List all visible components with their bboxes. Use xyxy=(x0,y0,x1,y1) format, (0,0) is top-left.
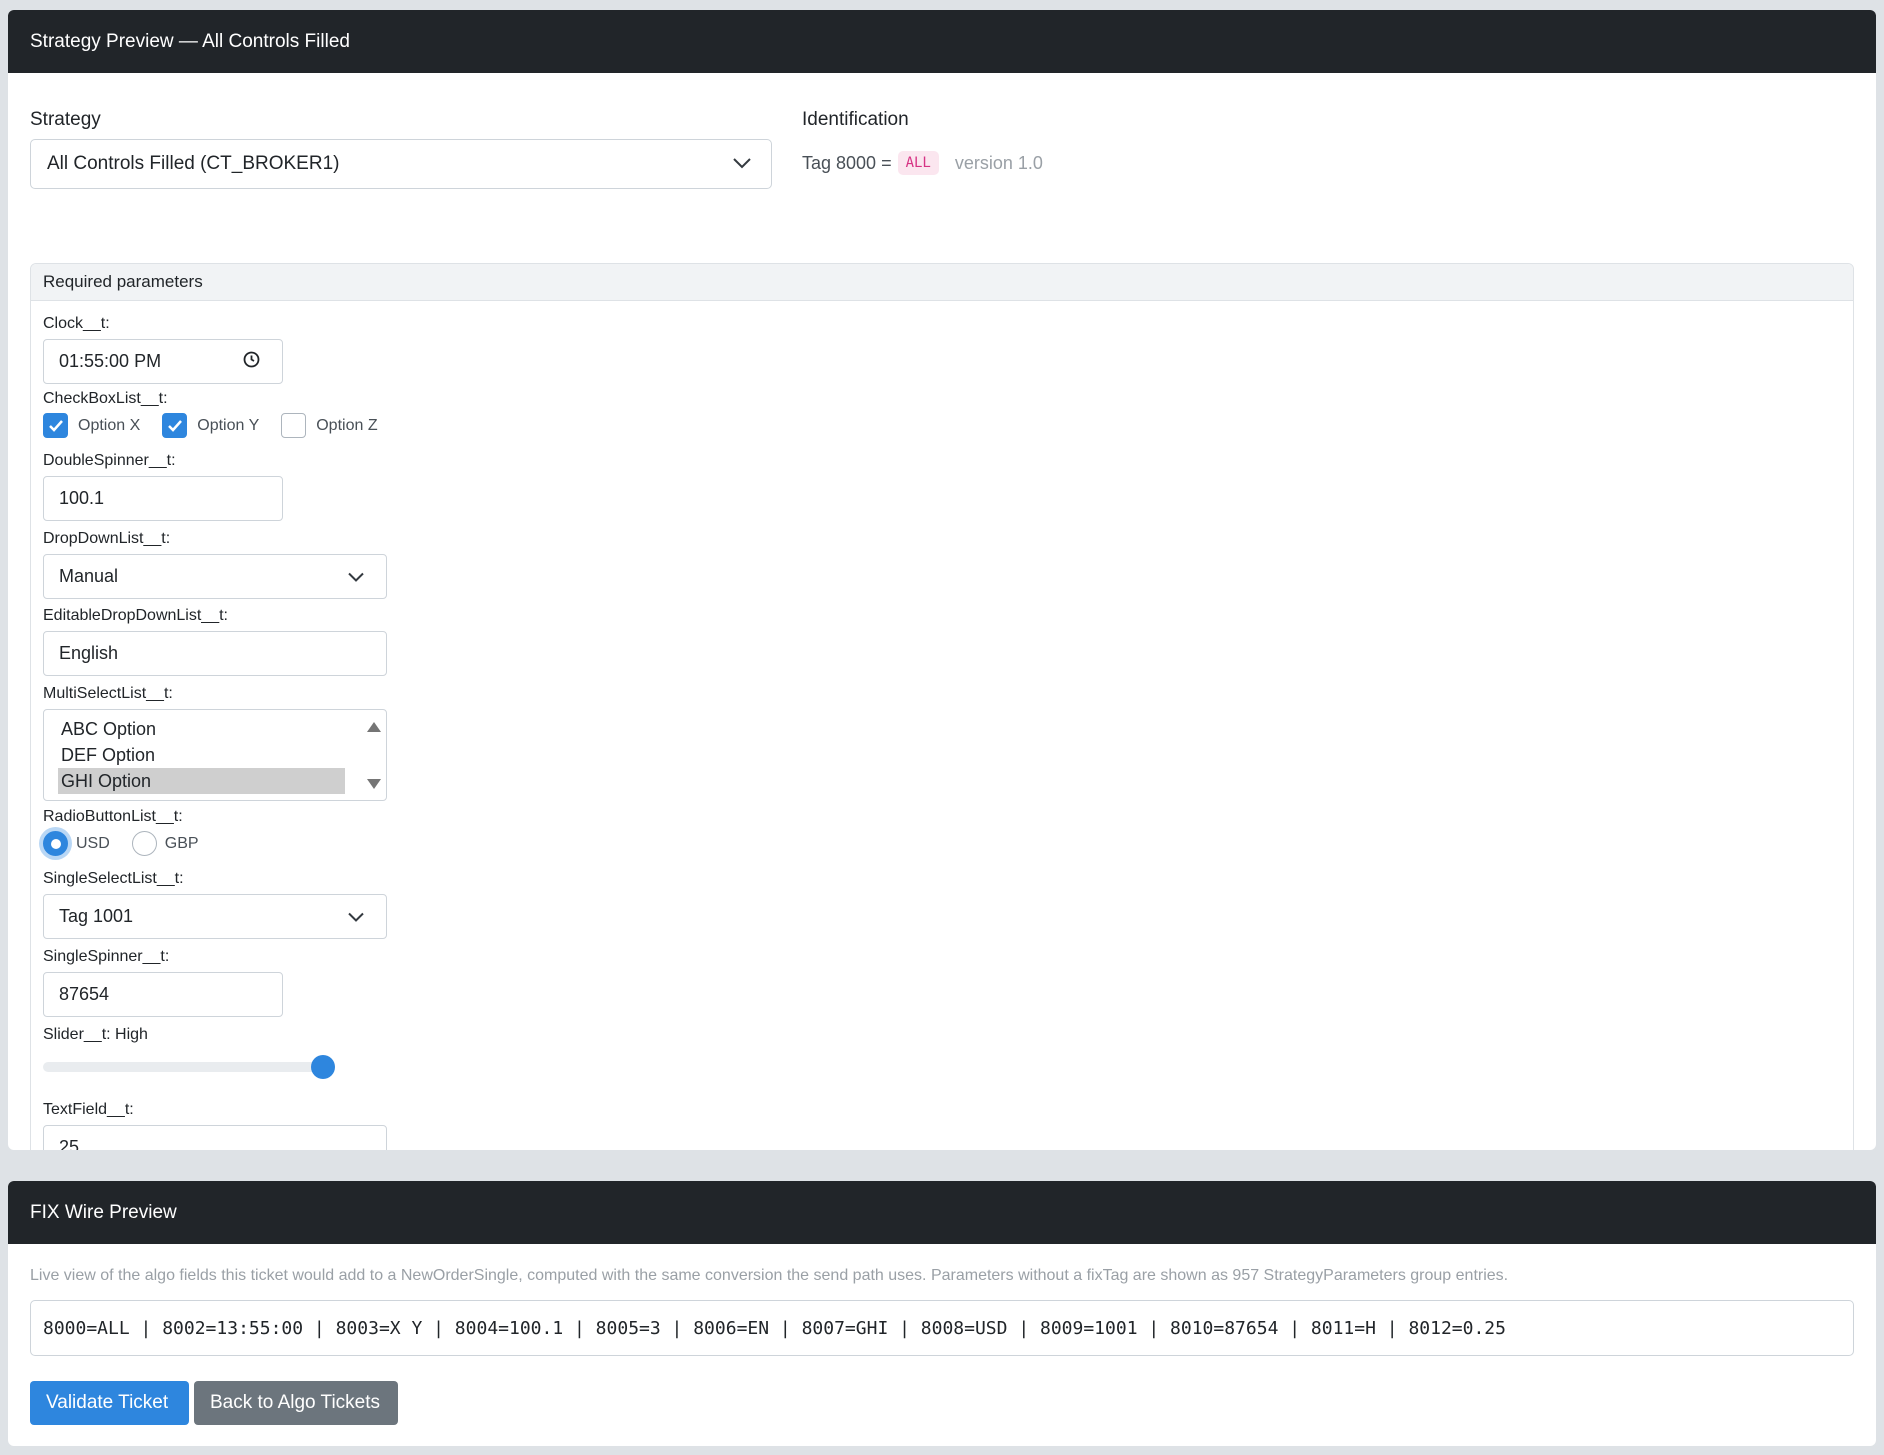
clock-input[interactable]: 01:55:00 PM xyxy=(43,339,283,384)
dropdown-list-select[interactable]: Manual xyxy=(43,554,387,599)
radio-button-list: USD GBP xyxy=(43,831,221,856)
fix-card-body: Live view of the algo fields this ticket… xyxy=(8,1244,1876,1446)
check-icon xyxy=(167,420,182,432)
fix-description: Live view of the algo fields this ticket… xyxy=(30,1267,1509,1284)
radio-usd-label: USD xyxy=(76,834,110,852)
checkbox-option-z[interactable]: Option Z xyxy=(281,413,378,438)
radio-usd[interactable] xyxy=(43,831,68,856)
double-spinner-value: 100.1 xyxy=(59,488,105,508)
chevron-down-icon xyxy=(348,906,364,927)
textfield-value: 25 xyxy=(59,1137,80,1150)
slider-label: Slider__t: High xyxy=(43,1026,148,1043)
checkbox-list: Option X Option Y Option Z xyxy=(43,413,400,438)
radio-option-gbp[interactable]: GBP xyxy=(131,831,199,856)
single-select-list[interactable]: Tag 1001 xyxy=(43,894,387,939)
single-select-label: SingleSelectList__t: xyxy=(43,870,184,887)
slider-thumb[interactable] xyxy=(311,1055,335,1079)
editable-dropdown-input[interactable]: English xyxy=(43,631,387,676)
checkbox-x-label: Option X xyxy=(78,416,141,434)
single-spinner-input[interactable]: 87654 xyxy=(43,972,283,1017)
identification-row: Tag 8000 = ALL version 1.0 xyxy=(802,151,1043,175)
multiselect-label: MultiSelectList__t: xyxy=(43,685,173,702)
strategy-select[interactable]: All Controls Filled (CT_BROKER1) xyxy=(30,139,772,189)
version-text: version 1.0 xyxy=(954,152,1043,173)
checkbox-z-label: Option Z xyxy=(316,416,378,434)
checkbox-x-box[interactable] xyxy=(43,413,68,438)
required-parameters-header: Required parameters xyxy=(31,264,1853,301)
required-parameters-panel: Required parameters Clock__t: 01:55:00 P… xyxy=(30,263,1854,1150)
dropdown-list-label: DropDownList__t: xyxy=(43,530,171,547)
single-spinner-value: 87654 xyxy=(59,984,110,1004)
chevron-down-icon xyxy=(733,153,751,175)
textfield-input[interactable]: 25 xyxy=(43,1125,387,1150)
checkbox-list-label: CheckBoxList__t: xyxy=(43,390,168,407)
tag-text: Tag 8000 = xyxy=(802,152,892,173)
slider-track[interactable] xyxy=(43,1062,323,1072)
list-option-abc[interactable]: ABC Option xyxy=(58,716,345,742)
strategy-card-title: Strategy Preview — All Controls Filled xyxy=(30,30,350,52)
checkbox-option-y[interactable]: Option Y xyxy=(162,413,259,438)
strategy-label: Strategy xyxy=(30,109,101,130)
textfield-label: TextField__t: xyxy=(43,1101,134,1118)
fix-card-header: FIX Wire Preview xyxy=(8,1181,1876,1244)
validate-ticket-button[interactable]: Validate Ticket xyxy=(30,1381,189,1425)
strategy-card-header: Strategy Preview — All Controls Filled xyxy=(8,10,1876,73)
editable-dropdown-value: English xyxy=(59,643,119,663)
checkbox-option-x[interactable]: Option X xyxy=(43,413,140,438)
strategy-select-value: All Controls Filled (CT_BROKER1) xyxy=(47,153,340,174)
chevron-down-icon xyxy=(348,566,364,587)
tag-badge: ALL xyxy=(897,151,939,175)
list-option-def[interactable]: DEF Option xyxy=(58,742,345,768)
radio-gbp[interactable] xyxy=(131,831,157,856)
checkbox-z-box[interactable] xyxy=(281,413,307,438)
required-parameters-title: Required parameters xyxy=(43,272,203,291)
radio-list-label: RadioButtonList__t: xyxy=(43,808,183,825)
double-spinner-label: DoubleSpinner__t: xyxy=(43,452,176,469)
checkbox-y-label: Option Y xyxy=(197,416,260,434)
scroll-down-icon[interactable] xyxy=(367,773,381,794)
fix-wire-preview-card: FIX Wire Preview Live view of the algo f… xyxy=(8,1181,1876,1446)
scroll-up-icon[interactable] xyxy=(367,716,381,737)
clock-value: 01:55:00 PM xyxy=(59,351,162,371)
multiselect-list[interactable]: ABC Option DEF Option GHI Option xyxy=(43,709,387,801)
checkbox-y-box[interactable] xyxy=(162,413,188,438)
strategy-preview-card: Strategy Preview — All Controls Filled S… xyxy=(8,10,1876,1150)
dropdown-list-value: Manual xyxy=(59,566,119,586)
fix-card-title: FIX Wire Preview xyxy=(30,1201,177,1223)
clock-icon[interactable] xyxy=(243,351,260,373)
editable-dropdown-label: EditableDropDownList__t: xyxy=(43,607,228,624)
fix-wire-output[interactable]: 8000=ALL | 8002=13:55:00 | 8003=X Y | 80… xyxy=(30,1300,1854,1356)
identification-label: Identification xyxy=(802,109,909,130)
radio-gbp-label: GBP xyxy=(164,834,199,852)
single-spinner-label: SingleSpinner__t: xyxy=(43,948,170,965)
check-icon xyxy=(48,420,63,432)
clock-label: Clock__t: xyxy=(43,315,110,332)
radio-option-usd[interactable]: USD xyxy=(43,831,110,856)
list-option-ghi[interactable]: GHI Option xyxy=(58,768,345,794)
back-to-algo-tickets-button[interactable]: Back to Algo Tickets xyxy=(194,1381,398,1425)
double-spinner-input[interactable]: 100.1 xyxy=(43,476,283,521)
single-select-value: Tag 1001 xyxy=(59,906,134,926)
